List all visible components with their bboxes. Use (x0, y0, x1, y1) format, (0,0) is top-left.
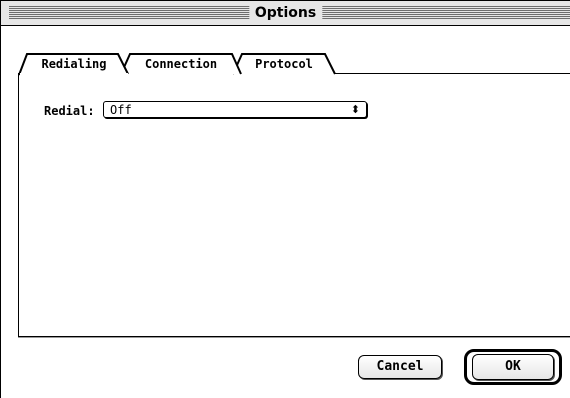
redial-popup[interactable]: Off ⬍ (103, 101, 367, 118)
title-bar[interactable]: Options (0, 0, 570, 26)
ok-button[interactable]: OK (472, 354, 554, 380)
window-frame (0, 0, 1, 398)
popup-arrows-icon: ⬍ (350, 103, 360, 116)
tab-redialing[interactable]: Redialing (18, 52, 130, 76)
window-title: Options (248, 4, 323, 22)
tab-protocol[interactable]: Protocol (232, 52, 336, 76)
tab-protocol-label: Protocol (255, 57, 313, 71)
redial-popup-value: Off (110, 103, 132, 117)
tab-connection-label: Connection (144, 57, 218, 71)
tab-connection[interactable]: Connection (120, 52, 242, 76)
tab-panel-shadow (18, 337, 570, 338)
cancel-button[interactable]: Cancel (358, 355, 442, 379)
redial-label: Redial: (44, 104, 95, 118)
tab-redialing-label: Redialing (41, 57, 107, 71)
options-window: Options Redialing Connection Protocol Re… (0, 0, 570, 398)
